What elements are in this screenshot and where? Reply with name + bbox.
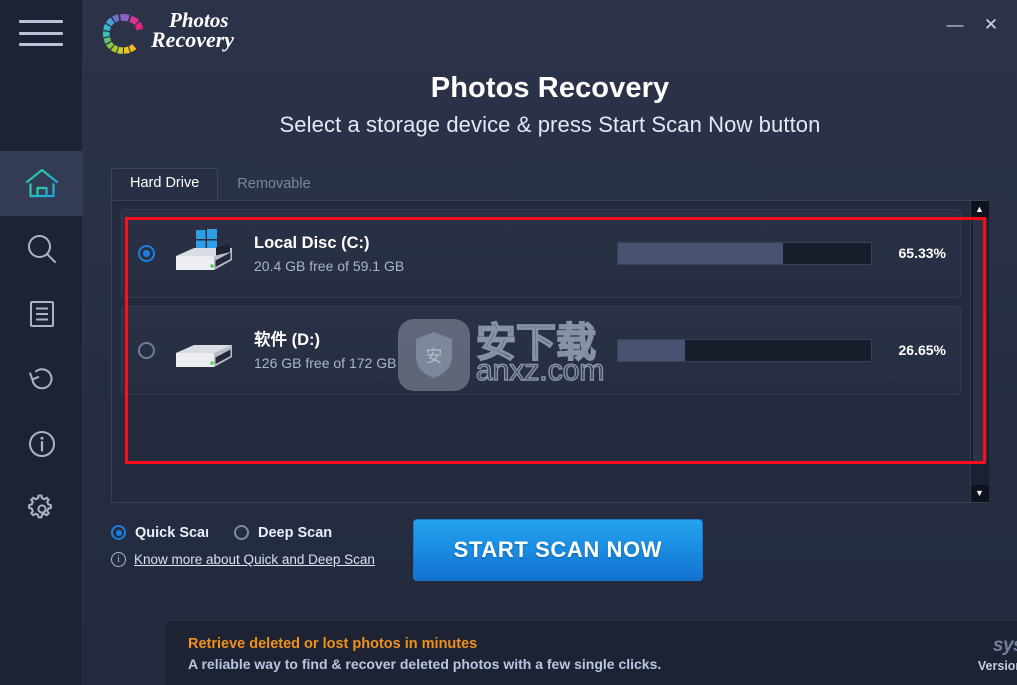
hamburger-bar <box>19 31 63 35</box>
sidebar-nav <box>0 151 83 541</box>
hero-section: Photos Recovery Select a storage device … <box>83 55 1017 138</box>
usage-bar-fill <box>618 242 784 264</box>
info-circle-icon: i <box>111 551 126 567</box>
scan-options: Quick Scan Deep Scan i Know more about Q… <box>111 519 375 567</box>
info-icon <box>26 428 58 460</box>
minimize-button[interactable]: — <box>939 10 971 38</box>
deep-scan-option[interactable]: Deep Scan <box>234 525 332 541</box>
hamburger-menu-icon[interactable] <box>19 17 63 49</box>
usage-percent: 65.33% <box>898 245 946 262</box>
table-row[interactable]: 软件 (D:) 126 GB free of 172 GB 26.65% <box>121 305 961 395</box>
drive-capacity: 126 GB free of 172 GB <box>254 355 397 372</box>
hamburger-bar <box>19 43 63 46</box>
quick-scan-radio[interactable] <box>111 525 126 541</box>
scroll-up-arrow-icon[interactable]: ▲ <box>970 200 989 218</box>
footer-headline: Retrieve deleted or lost photos in minut… <box>188 636 478 652</box>
device-panel: Hard Drive Removable Local Disc (C:) 20.… <box>83 167 1017 503</box>
version-label: Version <box>977 658 1017 673</box>
close-button[interactable]: ✕ <box>975 10 1007 38</box>
photos-recovery-window: Photos Recovery — ✕ Photos Recovery Sele… <box>0 0 1017 685</box>
usage-bar <box>617 338 872 362</box>
scrollbar-thumb[interactable] <box>972 217 987 461</box>
logo-text-recovery: Recovery <box>151 27 234 52</box>
version-text: Version 1.0.0.114 <box>978 659 1017 673</box>
app-logo-wordmark: Photos Recovery <box>150 4 255 61</box>
app-logo: Photos Recovery <box>95 4 255 61</box>
footer-brand: sysTweak Version 1.0.0.114 <box>978 634 1017 673</box>
title-bar: Photos Recovery — ✕ <box>83 0 1017 55</box>
drive-name: Local Disc (C:) <box>254 233 370 252</box>
home-icon <box>24 167 60 201</box>
sidebar <box>0 0 83 685</box>
quick-scan-label: Quick Scan <box>135 524 208 541</box>
table-row[interactable]: Local Disc (C:) 20.4 GB free of 59.1 GB … <box>121 208 961 298</box>
tab-removable[interactable]: Removable <box>218 169 329 200</box>
drive-meta: 软件 (D:) 126 GB free of 172 GB <box>254 330 584 372</box>
photos-recovery-logo-icon <box>95 5 151 61</box>
systweak-logo: sysTweak <box>978 636 1017 655</box>
main-area: Photos Recovery — ✕ Photos Recovery Sele… <box>83 0 1017 685</box>
footer-bar: Retrieve deleted or lost photos in minut… <box>166 620 1017 685</box>
windows-hard-drive-icon <box>172 226 236 280</box>
deep-scan-radio[interactable] <box>234 525 249 541</box>
quick-scan-option[interactable]: Quick Scan <box>111 525 208 541</box>
drive-name: 软件 (D:) <box>254 330 320 349</box>
hard-drive-icon <box>172 323 236 377</box>
tab-bar: Hard Drive Removable <box>111 167 989 200</box>
sidebar-item-info[interactable] <box>0 411 83 476</box>
scrollbar-track[interactable] <box>970 217 989 485</box>
drive-radio-c[interactable] <box>138 244 155 262</box>
search-icon <box>25 232 59 266</box>
tab-hard-drive[interactable]: Hard Drive <box>111 167 219 200</box>
usage-percent: 26.65% <box>898 342 946 359</box>
sidebar-item-home[interactable] <box>0 151 83 216</box>
page-title: Photos Recovery <box>430 72 670 104</box>
sidebar-item-list[interactable] <box>0 281 83 346</box>
list-icon <box>27 299 57 329</box>
drive-meta: Local Disc (C:) 20.4 GB free of 59.1 GB <box>254 233 584 275</box>
deep-scan-label: Deep Scan <box>258 524 333 541</box>
sidebar-item-restore[interactable] <box>0 346 83 411</box>
drive-list-scroll-area: Local Disc (C:) 20.4 GB free of 59.1 GB … <box>112 201 970 502</box>
hamburger-bar <box>19 20 63 23</box>
systweak-sys: sys <box>992 634 1017 656</box>
drive-list: Local Disc (C:) 20.4 GB free of 59.1 GB … <box>111 199 989 503</box>
footer-message: Retrieve deleted or lost photos in minut… <box>188 634 661 672</box>
start-scan-button[interactable]: START SCAN NOW <box>412 518 703 581</box>
know-more-link[interactable]: i Know more about Quick and Deep Scan <box>111 551 375 567</box>
drive-usage: 26.65% <box>584 338 946 362</box>
restore-icon <box>26 363 58 395</box>
drive-capacity: 20.4 GB free of 59.1 GB <box>254 258 405 275</box>
drive-usage: 65.33% <box>584 241 946 265</box>
scan-controls: Quick Scan Deep Scan i Know more about Q… <box>83 518 1017 581</box>
window-controls: — ✕ <box>939 10 1007 38</box>
scan-mode-group: Quick Scan Deep Scan <box>111 525 375 541</box>
usage-bar-fill <box>618 339 686 361</box>
gear-icon <box>26 493 58 525</box>
usage-bar <box>617 241 872 265</box>
vertical-scrollbar[interactable]: ▲ ▼ <box>970 200 989 502</box>
footer-subline: A reliable way to find & recover deleted… <box>188 656 662 672</box>
page-subtitle: Select a storage device & press Start Sc… <box>279 111 821 137</box>
sidebar-item-settings[interactable] <box>0 476 83 541</box>
know-more-text: Know more about Quick and Deep Scan <box>134 551 375 567</box>
scroll-down-arrow-icon[interactable]: ▼ <box>970 484 989 502</box>
drive-radio-d[interactable] <box>138 341 155 359</box>
sidebar-item-search[interactable] <box>0 216 83 281</box>
